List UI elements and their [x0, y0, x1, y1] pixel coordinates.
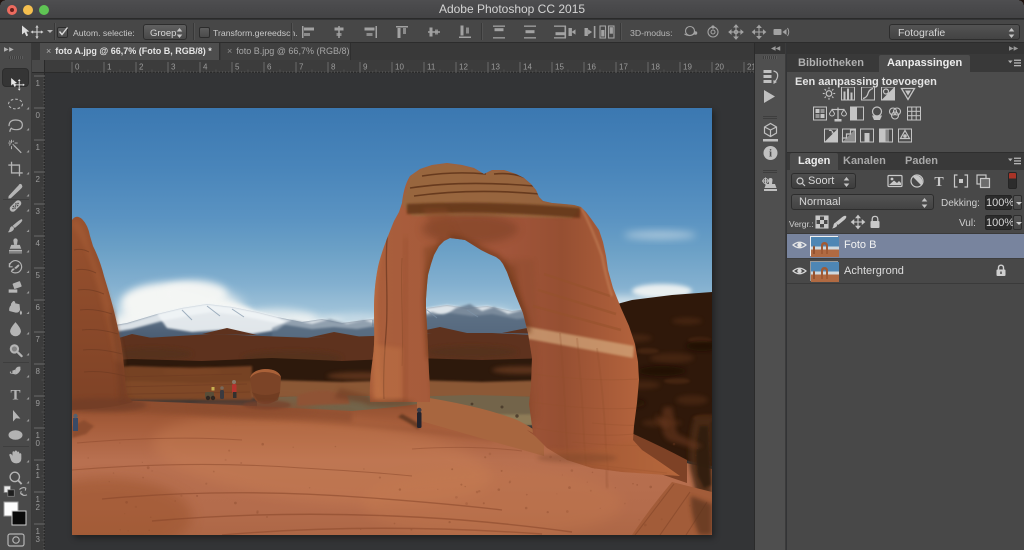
- svg-text:9: 9: [363, 63, 368, 72]
- svg-text:5: 5: [36, 271, 41, 280]
- svg-text:1: 1: [36, 79, 41, 88]
- svg-text:0: 0: [36, 439, 41, 448]
- svg-text:14: 14: [523, 63, 532, 72]
- svg-text:T: T: [934, 175, 944, 190]
- svg-text:8: 8: [331, 63, 336, 72]
- svg-text:12: 12: [459, 63, 468, 72]
- svg-text:9: 9: [36, 399, 41, 408]
- svg-text:13: 13: [491, 63, 500, 72]
- svg-text:7: 7: [299, 63, 304, 72]
- svg-text:3: 3: [36, 535, 41, 544]
- svg-text:3: 3: [36, 207, 41, 216]
- svg-text:19: 19: [683, 63, 692, 72]
- svg-text:T: T: [10, 388, 20, 404]
- svg-text:4: 4: [203, 63, 208, 72]
- svg-text:5: 5: [235, 63, 240, 72]
- svg-text:20: 20: [715, 63, 724, 72]
- svg-text:6: 6: [267, 63, 272, 72]
- svg-text:7: 7: [36, 335, 41, 344]
- svg-text:15: 15: [555, 63, 564, 72]
- svg-text:0: 0: [36, 111, 41, 120]
- svg-text:10: 10: [395, 63, 404, 72]
- svg-text:4: 4: [36, 239, 41, 248]
- svg-text:0: 0: [75, 63, 80, 72]
- svg-text:3: 3: [171, 63, 176, 72]
- svg-text:i: i: [769, 148, 772, 160]
- svg-text:8: 8: [36, 367, 41, 376]
- svg-text:6: 6: [36, 303, 41, 312]
- svg-text:1: 1: [36, 471, 41, 480]
- svg-text:11: 11: [427, 63, 436, 72]
- svg-text:17: 17: [619, 63, 628, 72]
- svg-text:1: 1: [107, 63, 112, 72]
- svg-text:18: 18: [651, 63, 660, 72]
- svg-text:1: 1: [36, 143, 41, 152]
- svg-text:2: 2: [36, 503, 41, 512]
- svg-text:2: 2: [139, 63, 144, 72]
- svg-text:2: 2: [36, 175, 41, 184]
- svg-text:16: 16: [587, 63, 596, 72]
